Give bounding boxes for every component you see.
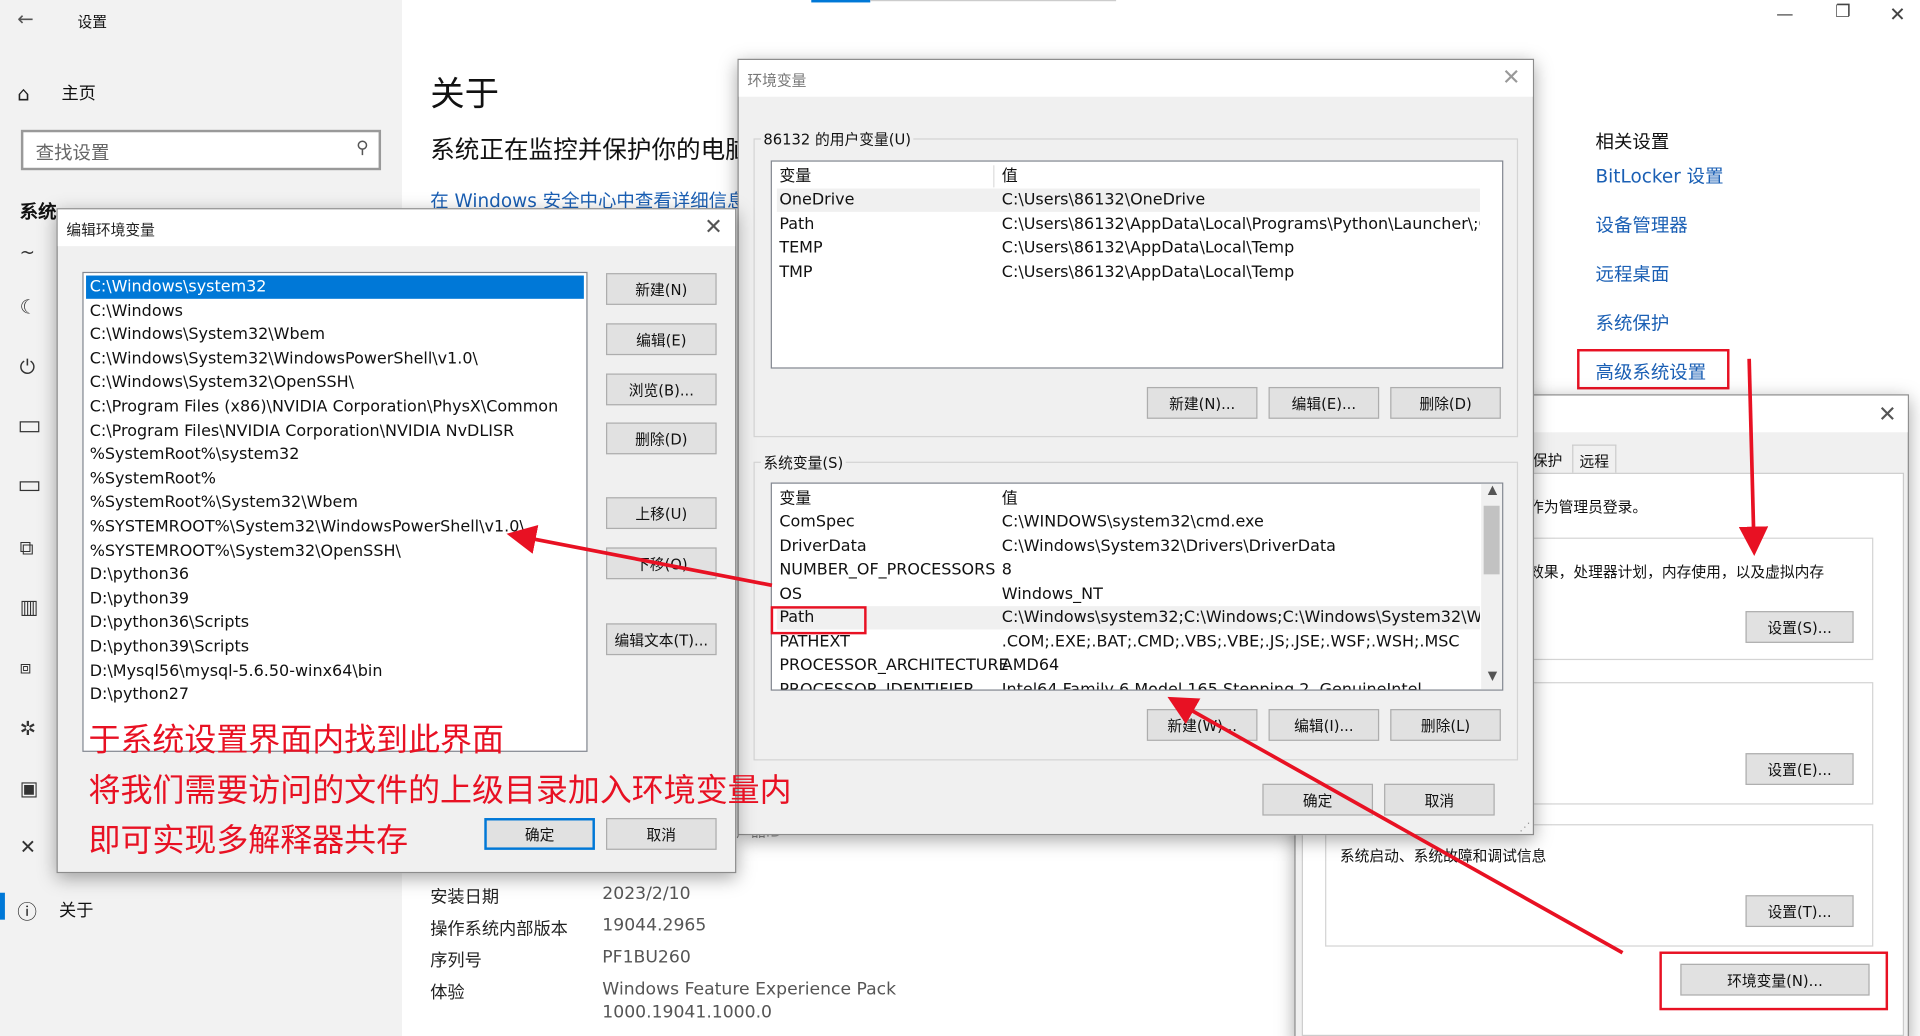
arrow-to-path-entry	[506, 524, 773, 588]
arrow-down-to-sysprops	[1738, 358, 1769, 556]
arrow-to-env-dialog	[1167, 696, 1624, 955]
annotation-arrows	[506, 358, 1769, 955]
